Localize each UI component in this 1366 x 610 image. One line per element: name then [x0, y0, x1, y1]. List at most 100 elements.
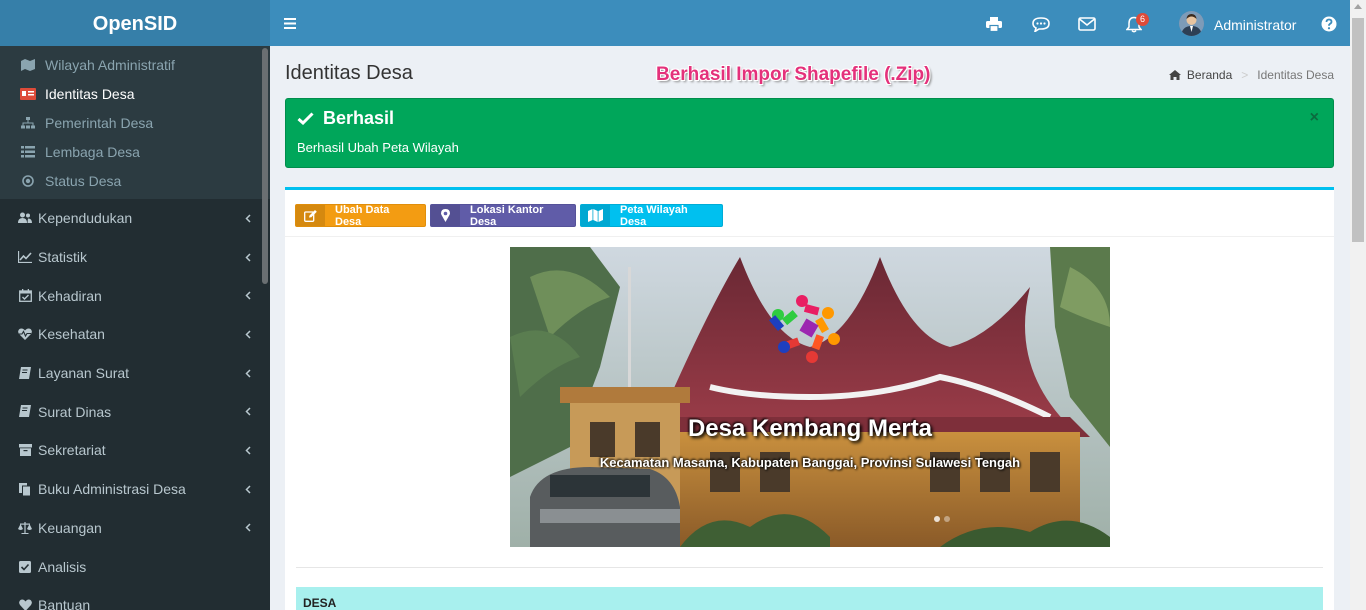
print-icon[interactable] — [984, 14, 1004, 34]
dot-circle-icon — [20, 174, 36, 188]
edit-desa-label: Ubah Data Desa — [335, 204, 390, 227]
success-alert: Berhasil Berhasil Ubah Peta Wilayah × — [285, 98, 1334, 168]
sidebar-item-pemerintah-desa[interactable]: Pemerintah Desa — [0, 108, 270, 137]
alert-title: Berhasil — [323, 108, 395, 128]
sidebar-item-bantuan[interactable]: Bantuan — [0, 586, 270, 610]
chevron-left-icon — [244, 369, 252, 378]
sidebar-item-buku-administrasi-desa[interactable]: Buku Administrasi Desa — [0, 470, 270, 509]
balance-scale-icon — [18, 521, 32, 535]
sidebar-item-statistik[interactable]: Statistik — [0, 238, 270, 277]
sidebar-item-label: Wilayah Administratif — [45, 56, 175, 73]
sidebar-item-label: Pemerintah Desa — [45, 114, 154, 131]
divider — [285, 236, 1334, 237]
page-title: Identitas Desa — [285, 62, 413, 84]
divider — [296, 567, 1323, 568]
sidebar-item-wilayah-administratif[interactable]: Wilayah Administratif — [0, 50, 270, 79]
lokasi-kantor-label: Lokasi Kantor Desa — [470, 204, 544, 227]
peta-wilayah-label: Peta Wilayah Desa — [620, 204, 688, 227]
close-icon[interactable]: × — [1310, 109, 1319, 127]
edit-desa-button[interactable]: Ubah Data Desa — [295, 204, 426, 227]
sidebar-item-label: Lembaga Desa — [45, 143, 140, 160]
section-title: DESA — [303, 596, 337, 610]
desa-hero-image: Desa Kembang Merta Kecamatan Masama, Kab… — [510, 247, 1110, 547]
app-logo[interactable]: OpenSID — [0, 0, 270, 46]
desa-name: Desa Kembang Merta — [687, 415, 933, 442]
scrollbar-thumb[interactable] — [1352, 18, 1364, 242]
breadcrumb-home[interactable]: Beranda — [1187, 68, 1232, 82]
map-icon — [581, 205, 610, 226]
sidebar-item-kehadiran[interactable]: Kehadiran — [0, 276, 270, 315]
sidebar-item-label: Status Desa — [45, 172, 122, 189]
chevron-left-icon — [244, 253, 252, 262]
archive-icon — [18, 443, 32, 457]
sidebar-item-keuangan[interactable]: Keuangan — [0, 509, 270, 548]
sidebar-item-label: Statistik — [38, 249, 88, 266]
breadcrumb-separator: > — [1241, 68, 1249, 82]
envelope-icon[interactable] — [1077, 14, 1097, 34]
breadcrumb: Beranda > Identitas Desa — [1168, 68, 1334, 82]
identitas-box: Ubah Data Desa Lokasi Kantor Desa Peta W… — [285, 187, 1334, 610]
sidebar-item-label: Surat Dinas — [38, 403, 112, 420]
sidebar-item-label: Kesehatan — [38, 326, 105, 343]
edit-icon — [296, 205, 325, 226]
chevron-left-icon — [244, 291, 252, 300]
top-navbar: 6 Administrator — [270, 0, 1350, 46]
breadcrumb-current: Identitas Desa — [1257, 68, 1334, 82]
peta-wilayah-button[interactable]: Peta Wilayah Desa — [580, 204, 723, 227]
hero-photo — [510, 247, 1110, 547]
book-icon — [18, 405, 32, 419]
sidebar-item-label: Kependudukan — [38, 210, 133, 227]
lokasi-kantor-button[interactable]: Lokasi Kantor Desa — [430, 204, 576, 227]
home-icon — [1168, 70, 1181, 80]
section-header-desa: DESA — [296, 587, 1323, 610]
sidebar-submenu-info-desa: Wilayah Administratif Identitas Desa Pem… — [0, 46, 270, 199]
sidebar-item-label: Analisis — [38, 558, 87, 575]
sidebar-item-kesehatan[interactable]: Kesehatan — [0, 315, 270, 354]
desa-location: Kecamatan Masama, Kabupaten Banggai, Pro… — [599, 455, 1021, 470]
chevron-left-icon — [244, 330, 252, 339]
sidebar-item-sekretariat[interactable]: Sekretariat — [0, 431, 270, 470]
sidebar-scrollbar[interactable] — [262, 48, 268, 284]
alert-message: Berhasil Ubah Peta Wilayah — [297, 140, 459, 155]
sitemap-icon — [20, 116, 36, 130]
bars-icon[interactable] — [284, 16, 296, 32]
map-marker-icon — [431, 205, 460, 226]
sidebar-item-label: Identitas Desa — [45, 85, 135, 102]
sidebar-item-surat-dinas[interactable]: Surat Dinas — [0, 392, 270, 431]
success-banner: Berhasil Impor Shapefile (.Zip) — [656, 64, 931, 85]
map-icon — [20, 58, 36, 72]
user-name[interactable]: Administrator — [1214, 17, 1296, 33]
chevron-left-icon — [244, 485, 252, 494]
alert-title-row: Berhasil — [297, 108, 394, 129]
comments-icon[interactable] — [1031, 14, 1051, 34]
page-scrollbar[interactable] — [1350, 0, 1366, 610]
sidebar-item-status-desa[interactable]: Status Desa — [0, 166, 270, 195]
sidebar-item-label: Buku Administrasi Desa — [38, 481, 186, 498]
sidebar: Wilayah Administratif Identitas Desa Pem… — [0, 46, 270, 610]
sidebar-item-identitas-desa[interactable]: Identitas Desa — [0, 79, 270, 108]
scroll-up-arrow[interactable] — [1354, 4, 1362, 9]
question-circle-icon[interactable] — [1319, 14, 1339, 34]
id-card-icon — [20, 87, 36, 101]
heart-icon — [18, 598, 32, 610]
chevron-left-icon — [244, 523, 252, 532]
notification-badge: 6 — [1136, 13, 1149, 26]
check-square-icon — [18, 560, 32, 574]
chevron-left-icon — [244, 446, 252, 455]
heartbeat-icon — [18, 327, 32, 341]
check-icon — [297, 112, 314, 125]
copy-icon — [18, 482, 32, 496]
sidebar-item-lembaga-desa[interactable]: Lembaga Desa — [0, 137, 270, 166]
sidebar-item-label: Bantuan — [38, 597, 91, 610]
sidebar-item-label: Layanan Surat — [38, 365, 130, 382]
sidebar-item-label: Kehadiran — [38, 287, 102, 304]
avatar[interactable] — [1179, 11, 1204, 36]
sidebar-item-layanan-surat[interactable]: Layanan Surat — [0, 354, 270, 393]
chevron-left-icon — [244, 407, 252, 416]
sidebar-item-kependudukan[interactable]: Kependudukan — [0, 199, 270, 238]
sidebar-item-label: Sekretariat — [38, 442, 106, 459]
line-chart-icon — [18, 250, 32, 264]
book-icon — [18, 366, 32, 380]
sidebar-item-analisis[interactable]: Analisis — [0, 547, 270, 586]
users-icon — [18, 211, 32, 225]
